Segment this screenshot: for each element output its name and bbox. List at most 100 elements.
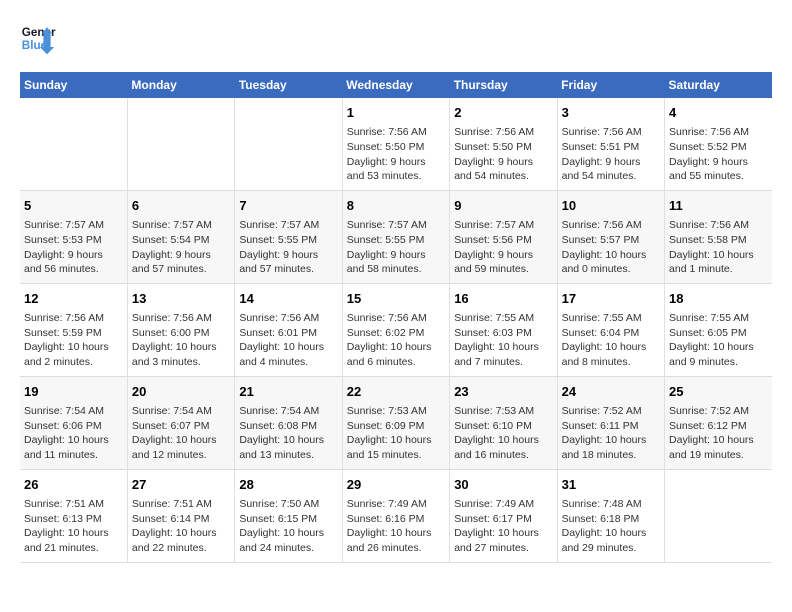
day-number: 27: [132, 476, 230, 494]
calendar-cell: 13 Sunrise: 7:56 AM Sunset: 6:00 PM Dayli…: [127, 283, 234, 376]
logo: General Blue: [20, 20, 56, 56]
day-info: Sunrise: 7:57 AM Sunset: 5:55 PM Dayligh…: [347, 218, 445, 277]
calendar-cell: [20, 98, 127, 190]
calendar-cell: 8 Sunrise: 7:57 AM Sunset: 5:55 PM Daylig…: [342, 190, 449, 283]
day-info: Sunrise: 7:56 AM Sunset: 5:59 PM Dayligh…: [24, 311, 123, 370]
calendar-cell: [235, 98, 342, 190]
day-number: 4: [669, 104, 768, 122]
weekday-header: Friday: [557, 72, 664, 98]
weekday-header: Saturday: [665, 72, 772, 98]
calendar-cell: 23Sunrise: 7:53 AM Sunset: 6:10 PM Dayli…: [450, 376, 557, 469]
weekday-header: Monday: [127, 72, 234, 98]
weekday-header: Tuesday: [235, 72, 342, 98]
day-info: Sunrise: 7:56 AM Sunset: 5:50 PM Dayligh…: [347, 125, 445, 184]
day-number: 28: [239, 476, 337, 494]
day-number: 23: [454, 383, 552, 401]
calendar-cell: [127, 98, 234, 190]
day-info: Sunrise: 7:52 AM Sunset: 6:11 PM Dayligh…: [562, 404, 660, 463]
calendar-cell: 17Sunrise: 7:55 AM Sunset: 6:04 PM Dayli…: [557, 283, 664, 376]
day-number: 26: [24, 476, 123, 494]
calendar-week-row: 5Sunrise: 7:57 AM Sunset: 5:53 PM Daylig…: [20, 190, 772, 283]
day-info: Sunrise: 7:57 AM Sunset: 5:54 PM Dayligh…: [132, 218, 230, 277]
day-number: 14: [239, 290, 337, 308]
day-info: Sunrise: 7:51 AM Sunset: 6:13 PM Dayligh…: [24, 497, 123, 556]
calendar-week-row: 19Sunrise: 7:54 AM Sunset: 6:06 PM Dayli…: [20, 376, 772, 469]
day-number: 3: [562, 104, 660, 122]
day-info: Sunrise: 7:56 AM Sunset: 6:01 PM Dayligh…: [239, 311, 337, 370]
calendar-cell: [665, 469, 772, 562]
day-info: Sunrise: 7:56 AM Sunset: 6:02 PM Dayligh…: [347, 311, 445, 370]
day-info: Sunrise: 7:55 AM Sunset: 6:05 PM Dayligh…: [669, 311, 768, 370]
calendar-cell: 6 Sunrise: 7:57 AM Sunset: 5:54 PM Daylig…: [127, 190, 234, 283]
day-number: 18: [669, 290, 768, 308]
calendar-cell: 19Sunrise: 7:54 AM Sunset: 6:06 PM Dayli…: [20, 376, 127, 469]
day-info: Sunrise: 7:52 AM Sunset: 6:12 PM Dayligh…: [669, 404, 768, 463]
calendar-cell: 20 Sunrise: 7:54 AM Sunset: 6:07 PM Dayli…: [127, 376, 234, 469]
calendar-cell: 16 Sunrise: 7:55 AM Sunset: 6:03 PM Dayli…: [450, 283, 557, 376]
calendar-cell: 2 Sunrise: 7:56 AM Sunset: 5:50 PM Daylig…: [450, 98, 557, 190]
day-info: Sunrise: 7:49 AM Sunset: 6:16 PM Dayligh…: [347, 497, 445, 556]
calendar-cell: 25 Sunrise: 7:52 AM Sunset: 6:12 PM Dayli…: [665, 376, 772, 469]
day-number: 2: [454, 104, 552, 122]
day-info: Sunrise: 7:54 AM Sunset: 6:07 PM Dayligh…: [132, 404, 230, 463]
day-info: Sunrise: 7:57 AM Sunset: 5:55 PM Dayligh…: [239, 218, 337, 277]
calendar-cell: 21Sunrise: 7:54 AM Sunset: 6:08 PM Dayli…: [235, 376, 342, 469]
day-info: Sunrise: 7:57 AM Sunset: 5:53 PM Dayligh…: [24, 218, 123, 277]
calendar-cell: 14 Sunrise: 7:56 AM Sunset: 6:01 PM Dayli…: [235, 283, 342, 376]
calendar-cell: 15Sunrise: 7:56 AM Sunset: 6:02 PM Dayli…: [342, 283, 449, 376]
day-number: 24: [562, 383, 660, 401]
calendar-cell: 11 Sunrise: 7:56 AM Sunset: 5:58 PM Dayli…: [665, 190, 772, 283]
calendar-cell: 29Sunrise: 7:49 AM Sunset: 6:16 PM Dayli…: [342, 469, 449, 562]
calendar-cell: 9 Sunrise: 7:57 AM Sunset: 5:56 PM Daylig…: [450, 190, 557, 283]
calendar-cell: 12 Sunrise: 7:56 AM Sunset: 5:59 PM Dayli…: [20, 283, 127, 376]
day-number: 6: [132, 197, 230, 215]
calendar-header: SundayMondayTuesdayWednesdayThursdayFrid…: [20, 72, 772, 98]
calendar-table: SundayMondayTuesdayWednesdayThursdayFrid…: [20, 72, 772, 563]
day-info: Sunrise: 7:54 AM Sunset: 6:06 PM Dayligh…: [24, 404, 123, 463]
day-info: Sunrise: 7:56 AM Sunset: 5:57 PM Dayligh…: [562, 218, 660, 277]
calendar-week-row: 12 Sunrise: 7:56 AM Sunset: 5:59 PM Dayli…: [20, 283, 772, 376]
calendar-cell: 22Sunrise: 7:53 AM Sunset: 6:09 PM Dayli…: [342, 376, 449, 469]
day-info: Sunrise: 7:56 AM Sunset: 5:58 PM Dayligh…: [669, 218, 768, 277]
day-info: Sunrise: 7:56 AM Sunset: 5:52 PM Dayligh…: [669, 125, 768, 184]
calendar-cell: 24 Sunrise: 7:52 AM Sunset: 6:11 PM Dayli…: [557, 376, 664, 469]
day-number: 25: [669, 383, 768, 401]
day-number: 22: [347, 383, 445, 401]
day-number: 8: [347, 197, 445, 215]
weekday-header: Sunday: [20, 72, 127, 98]
day-info: Sunrise: 7:55 AM Sunset: 6:03 PM Dayligh…: [454, 311, 552, 370]
weekday-row: SundayMondayTuesdayWednesdayThursdayFrid…: [20, 72, 772, 98]
day-number: 1: [347, 104, 445, 122]
calendar-week-row: 26 Sunrise: 7:51 AM Sunset: 6:13 PM Dayli…: [20, 469, 772, 562]
calendar-cell: 18 Sunrise: 7:55 AM Sunset: 6:05 PM Dayli…: [665, 283, 772, 376]
day-number: 20: [132, 383, 230, 401]
logo-icon: General Blue: [20, 20, 56, 56]
day-info: Sunrise: 7:57 AM Sunset: 5:56 PM Dayligh…: [454, 218, 552, 277]
day-info: Sunrise: 7:48 AM Sunset: 6:18 PM Dayligh…: [562, 497, 660, 556]
weekday-header: Wednesday: [342, 72, 449, 98]
day-info: Sunrise: 7:56 AM Sunset: 6:00 PM Dayligh…: [132, 311, 230, 370]
calendar-body: 1 Sunrise: 7:56 AM Sunset: 5:50 PM Daylig…: [20, 98, 772, 562]
calendar-cell: 30Sunrise: 7:49 AM Sunset: 6:17 PM Dayli…: [450, 469, 557, 562]
day-number: 12: [24, 290, 123, 308]
calendar-cell: 27Sunrise: 7:51 AM Sunset: 6:14 PM Dayli…: [127, 469, 234, 562]
day-number: 13: [132, 290, 230, 308]
calendar-cell: 7Sunrise: 7:57 AM Sunset: 5:55 PM Daylig…: [235, 190, 342, 283]
day-number: 30: [454, 476, 552, 494]
calendar-cell: 26 Sunrise: 7:51 AM Sunset: 6:13 PM Dayli…: [20, 469, 127, 562]
day-number: 31: [562, 476, 660, 494]
day-info: Sunrise: 7:54 AM Sunset: 6:08 PM Dayligh…: [239, 404, 337, 463]
day-number: 11: [669, 197, 768, 215]
day-info: Sunrise: 7:56 AM Sunset: 5:51 PM Dayligh…: [562, 125, 660, 184]
day-number: 16: [454, 290, 552, 308]
day-number: 9: [454, 197, 552, 215]
calendar-cell: 3 Sunrise: 7:56 AM Sunset: 5:51 PM Daylig…: [557, 98, 664, 190]
calendar-cell: 31 Sunrise: 7:48 AM Sunset: 6:18 PM Dayli…: [557, 469, 664, 562]
day-number: 17: [562, 290, 660, 308]
calendar-cell: 10 Sunrise: 7:56 AM Sunset: 5:57 PM Dayli…: [557, 190, 664, 283]
calendar-cell: 5Sunrise: 7:57 AM Sunset: 5:53 PM Daylig…: [20, 190, 127, 283]
page-header: General Blue: [20, 20, 772, 56]
day-number: 10: [562, 197, 660, 215]
day-info: Sunrise: 7:56 AM Sunset: 5:50 PM Dayligh…: [454, 125, 552, 184]
calendar-cell: 4 Sunrise: 7:56 AM Sunset: 5:52 PM Daylig…: [665, 98, 772, 190]
